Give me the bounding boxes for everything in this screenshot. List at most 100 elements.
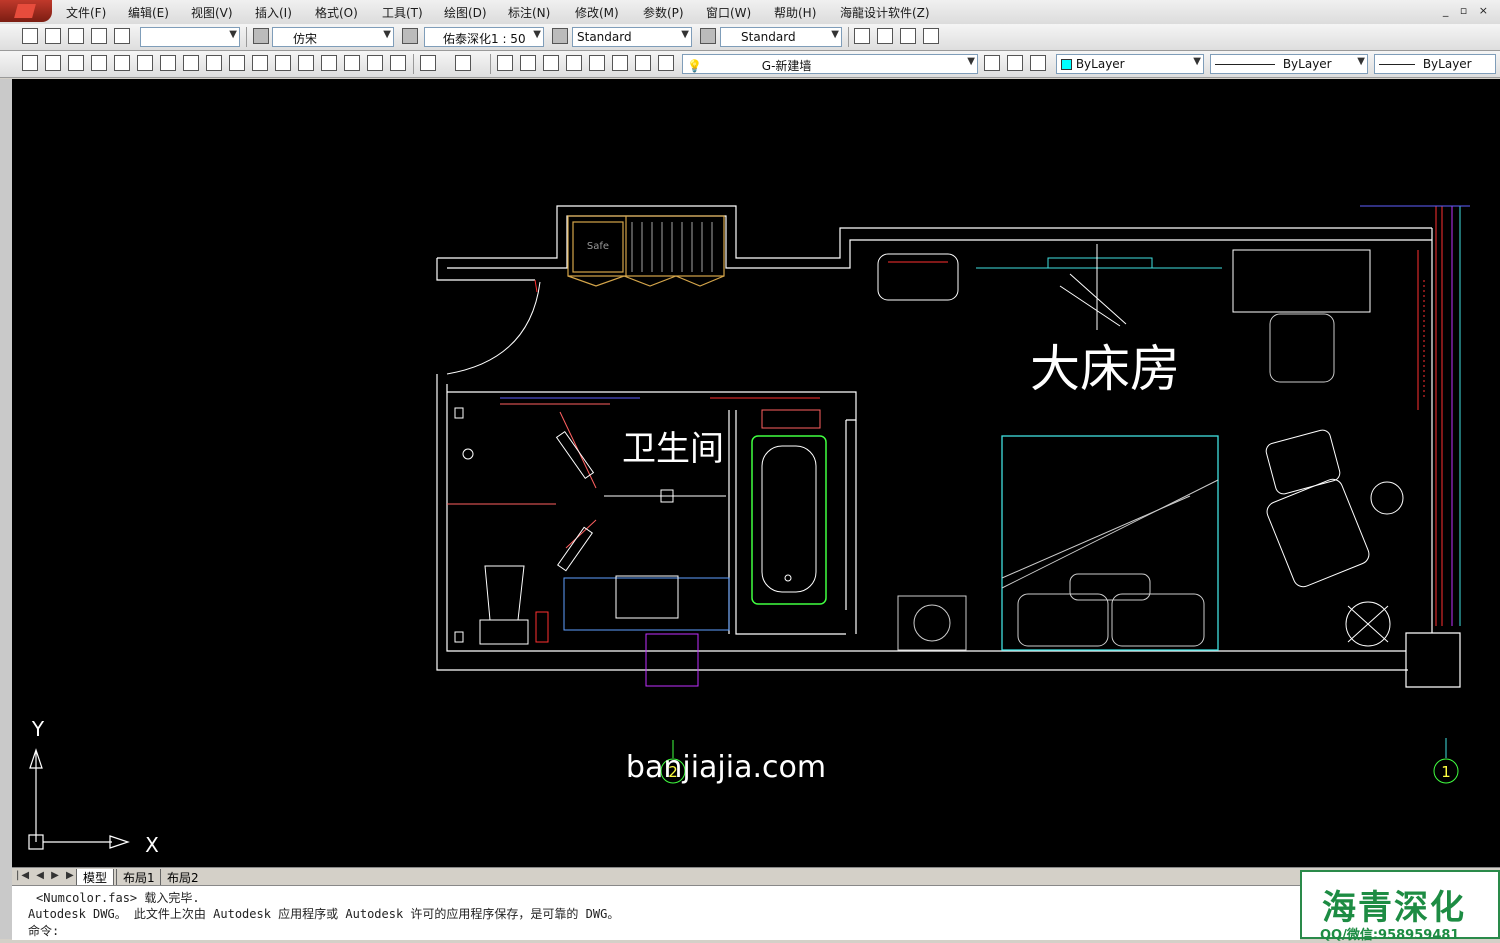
drawing-canvas[interactable]: Safe 大床房 卫生间 2 1 banjiajia.com Y X — [12, 79, 1500, 867]
bedroom-furniture — [877, 244, 1404, 651]
text-style-select[interactable]: Standard ▼ — [572, 27, 692, 47]
menu-edit[interactable]: 编辑(E) — [128, 4, 169, 21]
save-icon[interactable] — [68, 55, 84, 71]
color-swatch-icon — [1061, 59, 1072, 70]
menu-tools[interactable]: 工具(T) — [382, 4, 423, 21]
copy-icon[interactable] — [68, 28, 84, 44]
command-history-line: <Numcolor.fas> 载入完毕. — [36, 891, 200, 905]
table-style-icon[interactable] — [700, 28, 716, 44]
menu-insert[interactable]: 插入(I) — [255, 4, 292, 21]
draworder-front-icon[interactable] — [854, 28, 870, 44]
chevron-down-icon: ▼ — [1357, 56, 1365, 67]
linetype-value: ByLayer — [1282, 57, 1332, 71]
paste-icon[interactable] — [206, 55, 222, 71]
design-center-icon[interactable] — [298, 55, 314, 71]
menu-help[interactable]: 帮助(H) — [774, 4, 816, 21]
chevron-down-icon: ▼ — [967, 56, 975, 67]
calculator-icon[interactable] — [367, 55, 383, 71]
block-editor-icon[interactable] — [252, 55, 268, 71]
table-style-select[interactable]: Standard ▼ — [720, 27, 842, 47]
menu-parameters[interactable]: 参数(P) — [643, 4, 684, 21]
draworder-above-icon[interactable] — [900, 28, 916, 44]
entry-door — [446, 279, 541, 375]
pencil-icon[interactable] — [390, 55, 406, 71]
menu-view[interactable]: 视图(V) — [191, 4, 233, 21]
layer-previous-icon[interactable] — [1007, 55, 1023, 71]
linetype-select[interactable]: ByLayer ▼ — [1210, 54, 1368, 74]
floor-plan-drawing: Safe 大床房 卫生间 2 1 banjiajia.com Y X — [28, 205, 1470, 857]
dim-style-select[interactable]: 佑泰深化1 : 50 ▼ — [424, 27, 544, 47]
match-properties-icon[interactable] — [229, 55, 245, 71]
menu-window[interactable]: 窗口(W) — [706, 4, 751, 21]
tab-layout1[interactable]: 布局1 — [116, 869, 161, 886]
text-style-value: Standard — [577, 30, 632, 44]
layer-manager-icon[interactable] — [658, 55, 674, 71]
color-select[interactable]: ByLayer ▼ — [1056, 54, 1204, 74]
pan-hand-icon[interactable] — [497, 55, 513, 71]
magnet-icon[interactable] — [635, 55, 651, 71]
layer-select[interactable]: 💡 G-新建墙 ▼ — [682, 54, 978, 74]
ucs-icon — [28, 748, 130, 850]
new-file-icon[interactable] — [22, 55, 38, 71]
dimension-icon[interactable] — [612, 55, 628, 71]
grid-marker-1: 1 — [1441, 763, 1451, 781]
command-window[interactable]: <Numcolor.fas> 载入完毕. Autodesk DWG。 此文件上次… — [12, 885, 1300, 940]
tab-layout2[interactable]: 布局2 — [160, 869, 205, 886]
menu-draw[interactable]: 绘图(D) — [444, 4, 487, 21]
refedit-icon[interactable] — [91, 28, 107, 44]
zoom-window-icon[interactable] — [543, 55, 559, 71]
cut-icon[interactable] — [160, 55, 176, 71]
right-facade — [1360, 205, 1470, 626]
undo-icon[interactable] — [420, 55, 436, 71]
tool-palette-icon[interactable] — [275, 55, 291, 71]
make-current-layer-icon[interactable] — [984, 55, 1000, 71]
table-style-value: Standard — [741, 30, 796, 44]
markup-icon[interactable] — [344, 55, 360, 71]
dim-style-icon[interactable] — [402, 28, 418, 44]
sheet-set-icon[interactable] — [589, 55, 605, 71]
standard-toolbar: 💡 G-新建墙 ▼ ByLayer ▼ ByLayer ▼ ByLayer — [0, 51, 1500, 78]
menu-plugin[interactable]: 海龍设计软件(Z) — [840, 4, 930, 21]
publish-icon[interactable] — [137, 55, 153, 71]
text-font-select[interactable]: 仿宋 ▼ — [272, 27, 394, 47]
menu-bar: 文件(F) 编辑(E) 视图(V) 插入(I) 格式(O) 工具(T) 绘图(D… — [0, 0, 1500, 25]
menu-file[interactable]: 文件(F) — [66, 4, 106, 21]
bathroom-label: 卫生间 — [622, 429, 724, 469]
command-history-line: Autodesk DWG。 此文件上次由 Autodesk 应用程序或 Auto… — [28, 907, 620, 921]
block-icon[interactable] — [45, 28, 61, 44]
xref-icon[interactable] — [114, 28, 130, 44]
copy-clip-icon[interactable] — [183, 55, 199, 71]
command-prompt[interactable]: 命令: — [28, 922, 59, 939]
draworder-under-icon[interactable] — [923, 28, 939, 44]
draworder-back-icon[interactable] — [877, 28, 893, 44]
dim-style-value: 佑泰深化1 : 50 — [443, 32, 526, 46]
layer-walk-icon[interactable] — [1030, 55, 1046, 71]
watermark-contact: QQ/微信:958959481 — [1320, 928, 1460, 943]
empty-combo[interactable]: ▼ — [140, 27, 240, 47]
properties-icon[interactable] — [321, 55, 337, 71]
lineweight-sample-icon — [1379, 64, 1415, 65]
toolbar-separator — [490, 54, 491, 74]
text-style-manager-icon[interactable] — [552, 28, 568, 44]
bedroom-label: 大床房 — [1030, 340, 1180, 398]
menu-format[interactable]: 格式(O) — [315, 4, 358, 21]
lineweight-value: ByLayer — [1422, 57, 1472, 71]
color-value: ByLayer — [1075, 57, 1125, 71]
menu-dimension[interactable]: 标注(N) — [508, 4, 550, 21]
plot-preview-icon[interactable] — [114, 55, 130, 71]
zoom-previous-icon[interactable] — [566, 55, 582, 71]
tab-navigation-arrows[interactable]: |◀ ◀ ▶ ▶| — [16, 870, 81, 881]
open-file-icon[interactable] — [45, 55, 61, 71]
zoom-realtime-icon[interactable] — [520, 55, 536, 71]
layer-states-icon[interactable] — [22, 28, 38, 44]
linetype-sample-icon — [1215, 64, 1275, 65]
application-menu-button[interactable] — [0, 0, 52, 22]
chevron-down-icon: ▼ — [681, 29, 689, 40]
text-style-icon[interactable] — [253, 28, 269, 44]
window-controls[interactable]: _ ▫ × — [1443, 4, 1492, 17]
print-icon[interactable] — [91, 55, 107, 71]
redo-icon[interactable] — [455, 55, 471, 71]
lineweight-select[interactable]: ByLayer — [1374, 54, 1496, 74]
brand-watermark: 海青深化 QQ/微信:958959481 — [1300, 870, 1500, 943]
menu-modify[interactable]: 修改(M) — [575, 4, 619, 21]
